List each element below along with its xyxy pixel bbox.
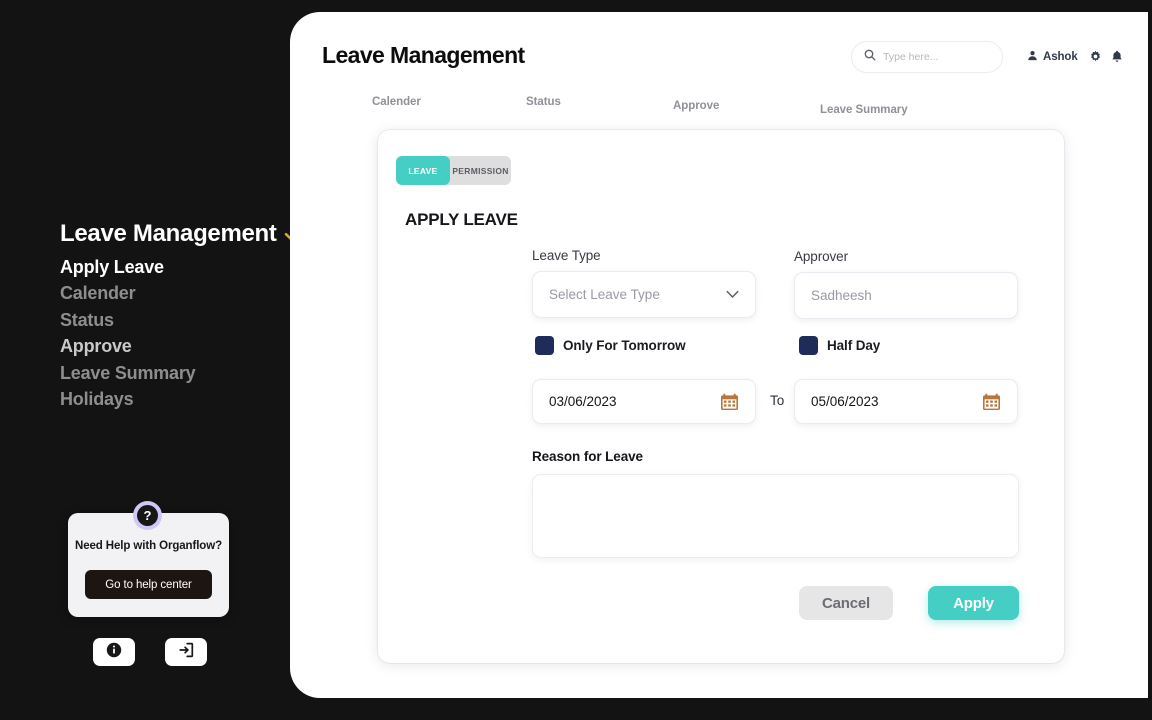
- tab-calender[interactable]: Calender: [372, 96, 421, 108]
- page-title: Leave Management: [322, 42, 525, 68]
- logout-button[interactable]: [165, 638, 207, 666]
- search-box[interactable]: [851, 41, 1003, 73]
- app-panel: Leave Management Ashok: [290, 12, 1148, 698]
- sidebar-section-title[interactable]: Leave Management: [60, 218, 300, 250]
- approver-input[interactable]: Sadheesh: [794, 272, 1018, 319]
- reason-for-leave-label: Reason for Leave: [532, 449, 643, 464]
- sidebar-item-apply-leave[interactable]: Apply Leave: [60, 254, 280, 280]
- exit-icon: [178, 642, 194, 663]
- toggle-leave[interactable]: LEAVE: [396, 156, 450, 185]
- to-date-value: 05/06/2023: [811, 394, 879, 409]
- sidebar-item-holidays[interactable]: Holidays: [60, 386, 280, 412]
- tab-approve[interactable]: Approve: [673, 100, 719, 112]
- sidebar: Leave Management Apply Leave Calender St…: [0, 0, 299, 720]
- sidebar-section-title-label: Leave Management: [60, 220, 277, 247]
- sidebar-item-leave-summary[interactable]: Leave Summary: [60, 360, 280, 386]
- cancel-button[interactable]: Cancel: [799, 586, 893, 620]
- user-icon: [1027, 50, 1038, 64]
- half-day-checkbox[interactable]: [799, 336, 818, 355]
- leave-type-placeholder: Select Leave Type: [549, 287, 660, 302]
- gear-icon[interactable]: [1089, 50, 1102, 68]
- from-date-value: 03/06/2023: [549, 394, 617, 409]
- reason-for-leave-textarea[interactable]: [532, 474, 1019, 558]
- leave-type-select[interactable]: Select Leave Type: [532, 271, 756, 318]
- sidebar-item-status[interactable]: Status: [60, 307, 280, 333]
- sidebar-nav: Apply Leave Calender Status Approve Leav…: [60, 254, 280, 412]
- bell-icon[interactable]: [1111, 50, 1123, 68]
- question-mark-icon[interactable]: ?: [133, 501, 162, 530]
- user-chip[interactable]: Ashok: [1027, 50, 1078, 64]
- approver-label: Approver: [794, 249, 848, 264]
- only-for-tomorrow-label: Only For Tomorrow: [563, 338, 686, 353]
- apply-button[interactable]: Apply: [928, 586, 1019, 620]
- only-for-tomorrow-row[interactable]: Only For Tomorrow: [535, 336, 686, 355]
- sidebar-item-approve[interactable]: Approve: [60, 333, 280, 359]
- search-icon: [864, 48, 876, 66]
- help-widget-title: Need Help with Organflow?: [74, 540, 222, 552]
- from-date-input[interactable]: 03/06/2023: [532, 379, 756, 424]
- calendar-icon[interactable]: [720, 393, 739, 411]
- info-button[interactable]: [93, 638, 135, 666]
- calendar-icon[interactable]: [982, 393, 1001, 411]
- go-to-help-center-button[interactable]: Go to help center: [85, 570, 212, 599]
- search-input[interactable]: [883, 51, 983, 63]
- tab-leave-summary[interactable]: Leave Summary: [820, 104, 908, 116]
- tab-status[interactable]: Status: [526, 96, 561, 108]
- card-title: APPLY LEAVE: [405, 210, 518, 229]
- to-date-input[interactable]: 05/06/2023: [794, 379, 1018, 424]
- leave-permission-toggle: LEAVE PERMISSION: [396, 156, 511, 185]
- half-day-row[interactable]: Half Day: [799, 336, 880, 355]
- chevron-down-icon: [726, 287, 739, 302]
- leave-type-label: Leave Type: [532, 248, 601, 263]
- app-root: Leave Management Apply Leave Calender St…: [0, 0, 1152, 720]
- only-for-tomorrow-checkbox[interactable]: [535, 336, 554, 355]
- toggle-permission[interactable]: PERMISSION: [450, 156, 511, 185]
- question-mark-glyph: ?: [137, 505, 158, 526]
- user-name: Ashok: [1043, 51, 1078, 63]
- half-day-label: Half Day: [827, 338, 881, 353]
- info-icon: [106, 642, 122, 663]
- date-range-separator: To: [770, 393, 785, 408]
- approver-placeholder: Sadheesh: [811, 288, 872, 303]
- sidebar-item-calender[interactable]: Calender: [60, 280, 280, 306]
